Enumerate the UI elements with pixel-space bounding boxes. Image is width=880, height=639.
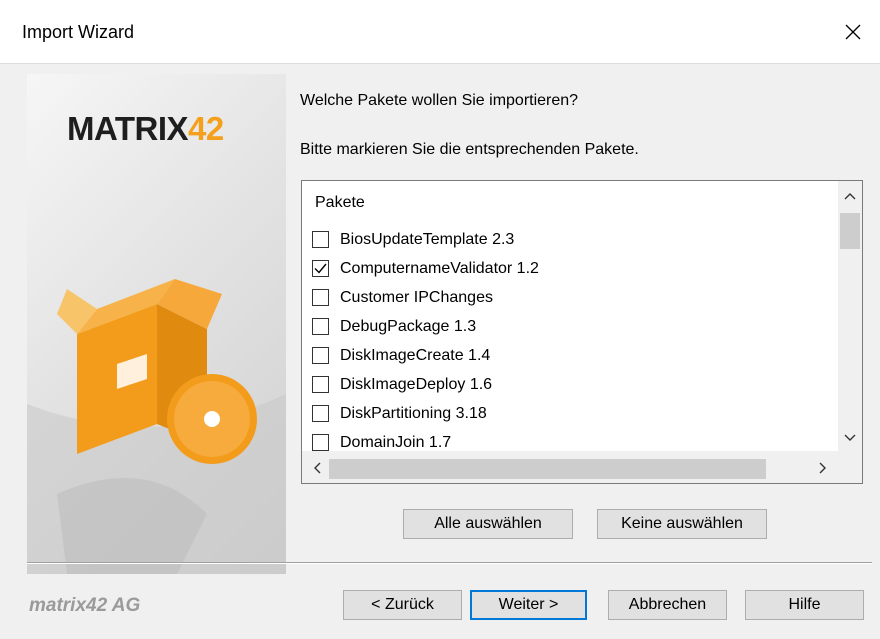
checkbox[interactable] (312, 231, 329, 248)
company-name: matrix42 AG (29, 595, 141, 616)
select-all-button[interactable]: Alle auswählen (403, 509, 573, 539)
horizontal-scrollbar[interactable] (302, 451, 840, 483)
list-item[interactable]: DiskImageDeploy 1.6 (312, 370, 539, 399)
checkbox[interactable] (312, 347, 329, 364)
scroll-right-icon[interactable] (816, 461, 830, 475)
list-item-label: ComputernameValidator 1.2 (340, 259, 539, 277)
list-item-label: Customer IPChanges (340, 288, 493, 306)
list-item[interactable]: ComputernameValidator 1.2 (312, 254, 539, 283)
help-button[interactable]: Hilfe (745, 590, 864, 620)
list-item-label: DomainJoin 1.7 (340, 433, 452, 451)
checkbox[interactable] (312, 289, 329, 306)
scroll-left-icon[interactable] (310, 461, 324, 475)
checkbox[interactable] (312, 260, 329, 277)
checkbox[interactable] (312, 434, 329, 451)
back-button[interactable]: < Zurück (343, 590, 462, 620)
scroll-up-icon[interactable] (843, 189, 857, 203)
checkmark-icon (314, 263, 327, 274)
vertical-scrollbar[interactable] (838, 181, 862, 453)
horizontal-scroll-thumb[interactable] (329, 459, 766, 479)
wizard-side-image: MATRIX42 (27, 74, 286, 574)
close-icon (845, 24, 861, 39)
list-item[interactable]: DiskPartitioning 3.18 (312, 399, 539, 428)
list-item-label: DiskImageDeploy 1.6 (340, 375, 493, 393)
list-item-label: BiosUpdateTemplate 2.3 (340, 230, 515, 248)
list-item[interactable]: DiskImageCreate 1.4 (312, 341, 539, 370)
scroll-down-icon[interactable] (843, 431, 857, 445)
list-item[interactable]: BiosUpdateTemplate 2.3 (312, 225, 539, 254)
question-text: Welche Pakete wollen Sie importieren? (300, 92, 579, 109)
footer-divider (27, 562, 872, 564)
next-button[interactable]: Weiter > (470, 590, 587, 620)
list-item[interactable]: Customer IPChanges (312, 283, 539, 312)
list-header: Pakete (315, 194, 365, 211)
list-item-label: DiskPartitioning 3.18 (340, 404, 487, 422)
checkbox[interactable] (312, 405, 329, 422)
matrix42-logo: MATRIX42 (67, 110, 224, 147)
vertical-scroll-thumb[interactable] (840, 213, 860, 249)
scrollbar-corner (838, 451, 862, 483)
title-bar: Import Wizard (0, 0, 880, 64)
close-button[interactable] (826, 0, 880, 63)
checkbox[interactable] (312, 318, 329, 335)
select-none-button[interactable]: Keine auswählen (597, 509, 767, 539)
cancel-button[interactable]: Abbrechen (608, 590, 727, 620)
list-item-label: DebugPackage 1.3 (340, 317, 477, 335)
package-list[interactable]: Pakete BiosUpdateTemplate 2.3 Computerna… (301, 180, 863, 484)
window-title: Import Wizard (22, 22, 135, 42)
instruction-text: Bitte markieren Sie die entsprechenden P… (300, 141, 639, 158)
list-item-label: DiskImageCreate 1.4 (340, 346, 491, 364)
checkbox[interactable] (312, 376, 329, 393)
list-item[interactable]: DebugPackage 1.3 (312, 312, 539, 341)
package-box-icon (57, 279, 257, 464)
